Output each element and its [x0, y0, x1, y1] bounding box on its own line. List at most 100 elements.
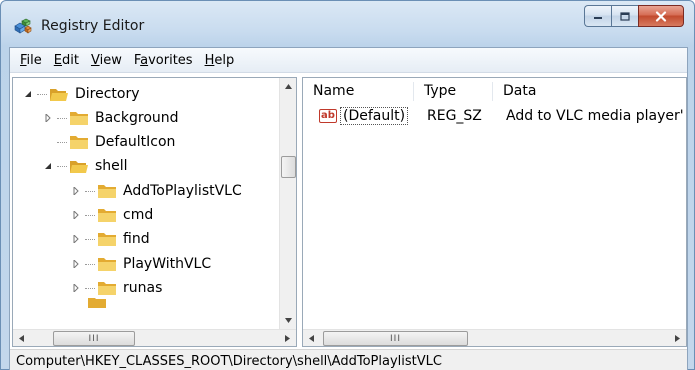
expand-arrow-icon[interactable] [43, 113, 53, 123]
folder-icon [98, 209, 116, 222]
tree-item-runas[interactable]: runas [71, 276, 162, 300]
list-horizontal-scrollbar[interactable]: III [303, 329, 686, 346]
expand-arrow-icon[interactable] [71, 259, 81, 269]
folder-icon [70, 112, 88, 125]
tree-item-directory[interactable]: Directory [23, 82, 140, 106]
tree-connector [37, 93, 47, 95]
menu-favorites-accel: a [140, 52, 149, 68]
folder-icon [88, 298, 106, 308]
menu-edit[interactable]: Edit [48, 53, 85, 68]
tree-connector [85, 238, 95, 240]
expand-arrow-icon[interactable] [71, 210, 81, 220]
folder-icon [98, 282, 116, 295]
status-bar: Computer\HKEY_CLASSES_ROOT\Directory\she… [10, 349, 687, 370]
folder-icon [98, 233, 116, 246]
menu-help[interactable]: Help [199, 53, 241, 68]
menu-edit-label: dit [62, 52, 79, 68]
tree-item-label: find [123, 231, 150, 247]
scroll-left-arrow-icon[interactable] [13, 330, 30, 346]
tree-connector [85, 287, 95, 289]
menu-view[interactable]: View [85, 53, 128, 68]
tree-connector [57, 141, 67, 143]
tree-item-cmd[interactable]: cmd [71, 203, 153, 227]
scroll-thumb-grip: III [390, 333, 401, 344]
folder-icon [98, 258, 116, 271]
tree-item-clipped [87, 298, 113, 308]
menu-edit-accel: E [53, 52, 62, 68]
close-button[interactable] [638, 5, 684, 27]
vertical-scroll-thumb[interactable] [281, 156, 296, 178]
menu-favorites[interactable]: Favorites [128, 53, 199, 68]
tree-item-label: AddToPlaylistVLC [123, 183, 242, 199]
maximize-button[interactable] [611, 5, 638, 27]
window-title: Registry Editor [41, 18, 145, 34]
tree-item-playwithvlc[interactable]: PlayWithVLC [71, 252, 211, 276]
tree-item-label: Directory [75, 86, 140, 102]
value-data: Add to VLC media player' [506, 108, 684, 124]
menu-bar: File Edit View Favorites Help [10, 48, 687, 73]
values-list-pane[interactable]: Name Type Data ab (Default) REG_SZ Add t… [302, 77, 687, 347]
tree-connector [85, 263, 95, 265]
registry-cubes-icon [14, 18, 32, 34]
folder-icon [70, 136, 88, 149]
horizontal-scroll-thumb[interactable]: III [323, 331, 468, 346]
tree-connector [57, 165, 67, 167]
tree-vertical-scrollbar[interactable] [279, 78, 296, 329]
caption-buttons [584, 5, 684, 27]
horizontal-scroll-thumb[interactable]: III [53, 331, 135, 346]
window-frame: Registry Editor File Edit View Favorites… [0, 0, 695, 370]
expand-arrow-icon[interactable] [71, 283, 81, 293]
scroll-left-arrow-icon[interactable] [303, 330, 320, 346]
collapse-arrow-icon[interactable] [43, 161, 53, 171]
tree-item-label: DefaultIcon [95, 134, 176, 150]
title-bar[interactable]: Registry Editor [1, 1, 694, 45]
scroll-thumb-grip: III [88, 333, 100, 344]
column-header-name[interactable]: Name [303, 78, 413, 103]
tree-item-label: cmd [123, 207, 154, 223]
tree-connector [57, 117, 67, 119]
column-header-type[interactable]: Type [414, 78, 492, 103]
value-row-default[interactable]: ab (Default) [319, 105, 409, 127]
column-header-data[interactable]: Data [493, 78, 686, 103]
tree-item-label: Background [95, 110, 179, 126]
status-path: Computer\HKEY_CLASSES_ROOT\Directory\she… [16, 353, 442, 369]
menu-favorites-label: vorites [148, 52, 193, 68]
scroll-right-arrow-icon[interactable] [669, 330, 686, 346]
menu-view-accel: V [90, 52, 100, 68]
menu-file-label: ile [26, 52, 42, 68]
menu-help-label: elp [214, 52, 235, 68]
tree-item-find[interactable]: find [71, 227, 150, 251]
folder-icon [98, 185, 116, 198]
collapse-arrow-icon[interactable] [23, 89, 33, 99]
client-area: File Edit View Favorites Help Directory [9, 47, 688, 370]
tree-item-background[interactable]: Background [43, 106, 179, 130]
maximize-icon [620, 11, 630, 21]
expand-arrow-icon[interactable] [71, 186, 81, 196]
value-type-cell[interactable]: REG_SZ [427, 105, 482, 127]
tree-item-defaulticon[interactable]: DefaultIcon [57, 130, 175, 154]
tree-item-label: runas [123, 280, 163, 296]
close-icon [655, 10, 667, 22]
key-tree-pane[interactable]: Directory Background DefaultIcon shell A… [12, 77, 297, 347]
menu-help-accel: H [204, 52, 215, 68]
column-header-label: Name [313, 82, 355, 99]
column-header-label: Type [424, 82, 457, 99]
minimize-button[interactable] [584, 5, 611, 27]
tree-connector [85, 190, 95, 192]
tree-item-shell[interactable]: shell [43, 154, 128, 178]
value-data-cell[interactable]: Add to VLC media player' [506, 105, 684, 127]
string-value-ab-icon: ab [319, 109, 337, 123]
tree-item-label: shell [95, 158, 128, 174]
scroll-right-arrow-icon[interactable] [279, 330, 296, 346]
menu-file[interactable]: File [14, 53, 48, 68]
expand-arrow-icon[interactable] [71, 234, 81, 244]
tree-item-addtoplaylistvlc[interactable]: AddToPlaylistVLC [71, 179, 242, 203]
value-name: (Default) [340, 107, 409, 125]
tree-horizontal-scrollbar[interactable]: III [13, 329, 296, 346]
value-type: REG_SZ [427, 108, 482, 124]
scroll-down-arrow-icon[interactable] [280, 312, 296, 329]
minimize-icon [594, 17, 602, 19]
scroll-up-arrow-icon[interactable] [280, 78, 296, 95]
folder-open-icon [70, 161, 88, 173]
tree-connector [85, 214, 95, 216]
